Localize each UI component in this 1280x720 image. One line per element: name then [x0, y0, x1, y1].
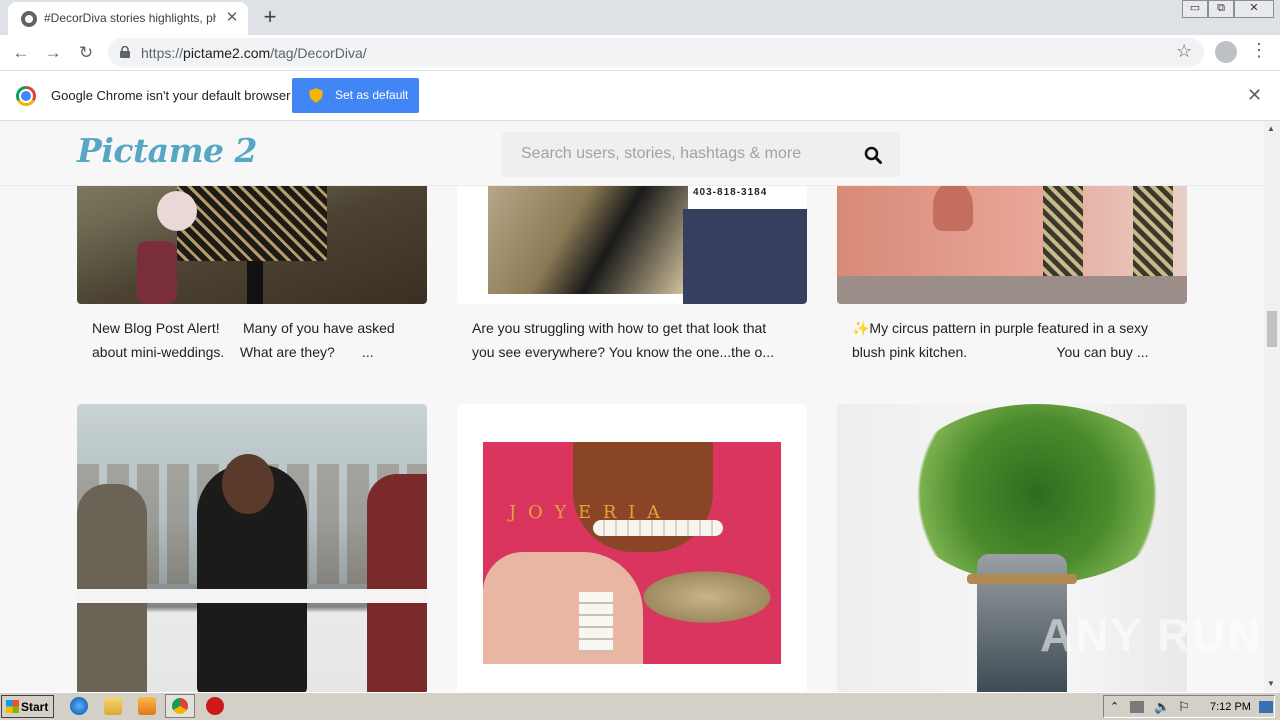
tab-title: #DecorDiva stories highlights, photos [44, 11, 216, 25]
flower-decoration [157, 191, 197, 231]
url-text: https://pictame2.com/tag/DecorDiva/ [141, 45, 367, 61]
start-button[interactable]: Start [1, 695, 54, 718]
infobar-close-icon[interactable]: ✕ [1247, 85, 1262, 106]
floor [837, 276, 1187, 304]
system-tray: ⌃ 🔈 ⚐ 7:12 PM [1103, 695, 1275, 718]
pearl-earring [579, 592, 613, 652]
search-input[interactable]: Search users, stories, hashtags & more [521, 145, 801, 163]
url-scheme: https:// [141, 45, 184, 61]
url-path: /tag/DecorDiva/ [270, 45, 367, 61]
start-label: Start [21, 700, 49, 714]
page-content: 403-818-3184 New Blog Post Alert! Many o… [0, 121, 1264, 692]
tab-close-icon[interactable]: ✕ [222, 8, 242, 28]
windows-flag-icon [6, 700, 19, 713]
chair [933, 181, 973, 231]
chrome-taskbar-button[interactable] [165, 694, 195, 718]
person [77, 484, 147, 692]
person-head [222, 454, 274, 514]
hand [483, 552, 643, 664]
post-caption[interactable]: ✨My circus pattern in purple featured in… [852, 316, 1172, 364]
dish [633, 567, 781, 627]
shield-icon [309, 88, 323, 103]
new-tab-button[interactable]: + [258, 5, 282, 29]
windows-taskbar: Start ⌃ 🔈 ⚐ 7:12 PM [0, 692, 1280, 720]
file-explorer-icon[interactable] [104, 697, 122, 715]
bookmark-star-icon[interactable]: ☆ [1176, 41, 1192, 62]
phone-number: 403-818-3184 [693, 187, 768, 198]
set-as-default-label: Set as default [335, 88, 409, 102]
site-logo[interactable]: Pictame 2 [77, 131, 257, 170]
infobar-message: Google Chrome isn't your default browser [51, 88, 291, 103]
product-photo [488, 181, 688, 294]
search-icon[interactable] [864, 146, 882, 164]
default-browser-infobar: Google Chrome isn't your default browser… [0, 71, 1280, 121]
site-search[interactable]: Search users, stories, hashtags & more [502, 132, 900, 177]
volume-icon[interactable]: 🔈 [1154, 699, 1170, 715]
chrome-icon [172, 698, 188, 714]
address-bar[interactable]: https://pictame2.com/tag/DecorDiva/ ☆ [108, 38, 1204, 67]
back-arrow-icon[interactable]: ← [8, 40, 34, 66]
media-player-icon[interactable] [138, 697, 156, 715]
forward-arrow-icon[interactable]: → [40, 40, 66, 66]
tab-strip: #DecorDiva stories highlights, photos ✕ … [0, 0, 1280, 35]
site-header: Pictame 2 Search users, stories, hashtag… [0, 121, 1264, 186]
internet-explorer-icon[interactable] [70, 697, 88, 715]
tray-expand-icon[interactable]: ⌃ [1110, 700, 1119, 713]
show-desktop-icon[interactable] [1259, 701, 1273, 713]
post-caption[interactable]: New Blog Post Alert! Many of you have as… [92, 316, 412, 364]
scrollbar-thumb[interactable] [1267, 311, 1277, 347]
menu-dots-icon[interactable]: ⋮ [1250, 40, 1268, 61]
window-close-button[interactable]: ✕ [1234, 0, 1274, 18]
vertical-scrollbar[interactable]: ▲ ▼ [1264, 121, 1280, 692]
person [367, 474, 427, 692]
cake-decoration [177, 181, 327, 261]
anyrun-watermark: ANY RUN [1040, 609, 1263, 661]
minimize-button[interactable]: ▭ [1182, 0, 1208, 18]
taskbar-clock[interactable]: 7:12 PM [1210, 701, 1251, 713]
network-icon[interactable] [1130, 701, 1144, 713]
navy-panel [683, 209, 807, 304]
table [77, 589, 427, 603]
url-domain: pictame2.com [183, 45, 271, 61]
post-caption[interactable]: Are you struggling with how to get that … [472, 316, 792, 364]
tab-favicon-icon [21, 11, 37, 27]
cake-stand [247, 261, 263, 304]
set-as-default-button[interactable]: Set as default [292, 78, 419, 113]
restore-button[interactable]: ⧉ [1208, 0, 1234, 18]
post-image[interactable]: J O Y E R I A [457, 404, 807, 692]
action-center-flag-icon[interactable]: ⚐ [1178, 699, 1190, 715]
lock-icon [120, 46, 130, 58]
jewelry-photo: J O Y E R I A [483, 442, 781, 664]
joyeria-text: J O Y E R I A [509, 502, 663, 523]
browser-tab[interactable]: #DecorDiva stories highlights, photos ✕ [8, 2, 248, 35]
post-image[interactable] [77, 404, 427, 692]
scroll-up-arrow-icon[interactable]: ▲ [1267, 124, 1275, 133]
chrome-logo-icon [16, 86, 36, 106]
profile-avatar-icon[interactable] [1215, 41, 1237, 63]
twine [967, 574, 1077, 584]
reload-icon[interactable]: ↻ [73, 40, 99, 66]
browser-toolbar: ← → ↻ https://pictame2.com/tag/DecorDiva… [0, 35, 1280, 71]
flower-stems [137, 241, 177, 304]
scroll-down-arrow-icon[interactable]: ▼ [1267, 679, 1275, 688]
opera-icon[interactable] [206, 697, 224, 715]
